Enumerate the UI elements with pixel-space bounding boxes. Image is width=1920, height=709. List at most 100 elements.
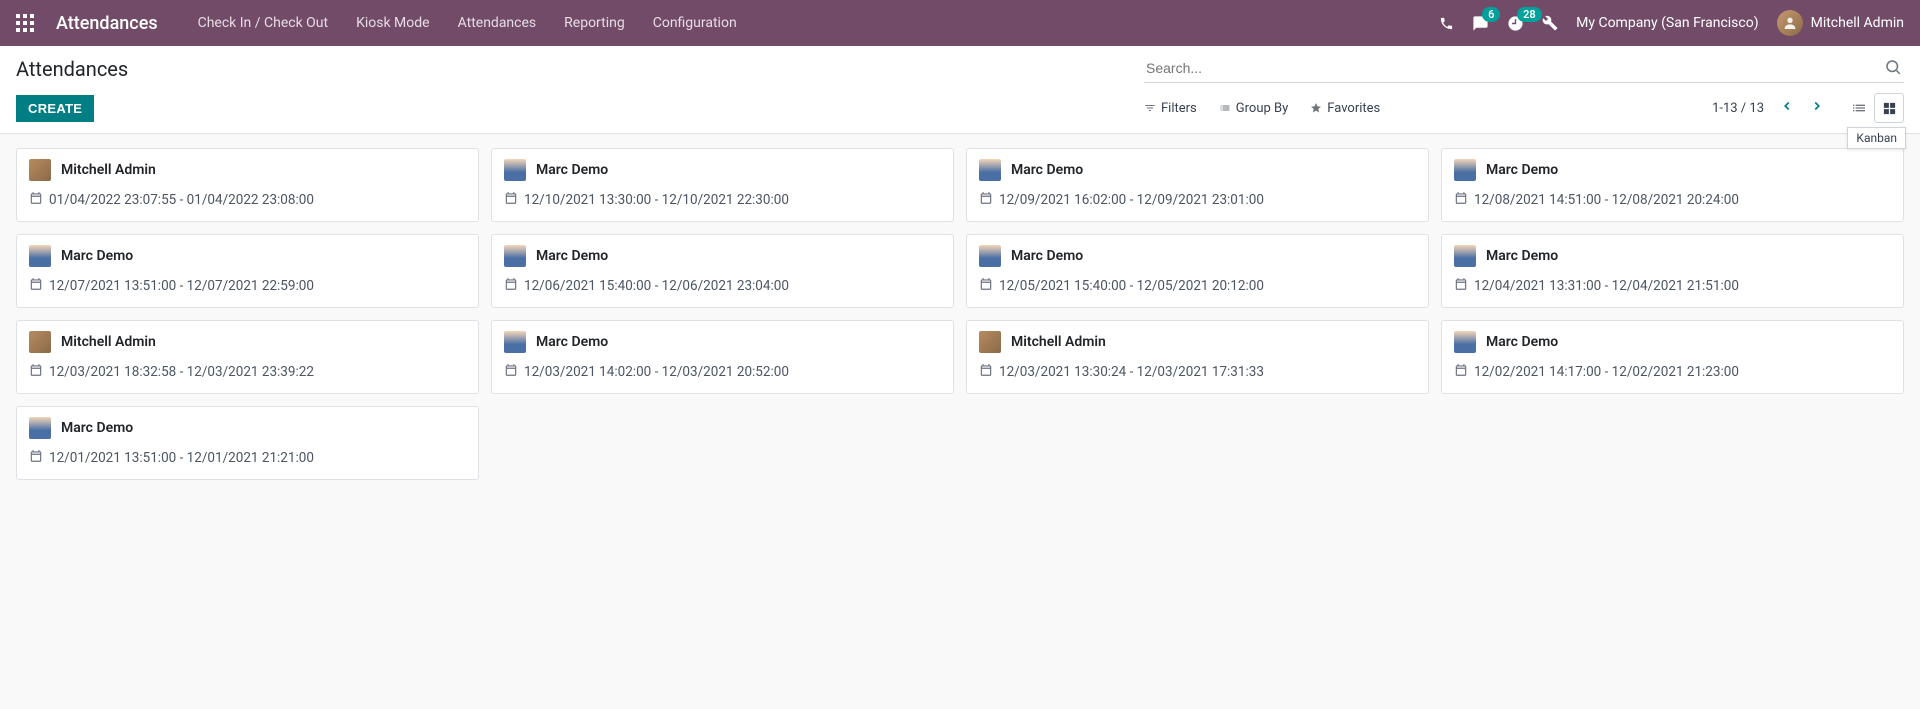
user-menu[interactable]: Mitchell Admin (1777, 10, 1904, 36)
card-head: Marc Demo (29, 245, 466, 267)
attendance-card[interactable]: Marc Demo 12/08/2021 14:51:00 - 12/08/202… (1441, 148, 1904, 222)
main-navbar: Attendances Check In / Check Out Kiosk M… (0, 0, 1920, 46)
attendance-card[interactable]: Marc Demo 12/02/2021 14:17:00 - 12/02/202… (1441, 320, 1904, 394)
calendar-icon (29, 277, 43, 295)
attendance-card[interactable]: Marc Demo 12/10/2021 13:30:00 - 12/10/202… (491, 148, 954, 222)
favorites-dropdown[interactable]: Favorites (1310, 101, 1380, 116)
calendar-icon (504, 363, 518, 381)
navbar-left: Attendances Check In / Check Out Kiosk M… (16, 13, 737, 34)
attendance-card[interactable]: Mitchell Admin 12/03/2021 18:32:58 - 12/0… (16, 320, 479, 394)
employee-name: Marc Demo (1486, 248, 1558, 264)
calendar-icon (979, 363, 993, 381)
attendance-card[interactable]: Marc Demo12/09/2021 16:02:00 - 12/09/202… (966, 148, 1429, 222)
control-panel: Attendances CREATE Filters Group By Favo… (0, 46, 1920, 134)
attendance-card[interactable]: Marc Demo12/03/2021 14:02:00 - 12/03/202… (491, 320, 954, 394)
calendar-icon (504, 191, 518, 209)
card-head: Marc Demo (979, 245, 1416, 267)
groupby-label: Group By (1236, 101, 1289, 116)
date-range: 12/09/2021 16:02:00 - 12/09/2021 23:01:0… (999, 192, 1264, 208)
employee-name: Marc Demo (536, 334, 608, 350)
nav-kiosk[interactable]: Kiosk Mode (356, 15, 430, 31)
kanban-view-button[interactable] (1874, 93, 1904, 123)
attendance-card[interactable]: Marc Demo 12/05/2021 15:40:00 - 12/05/202… (966, 234, 1429, 308)
nav-links: Check In / Check Out Kiosk Mode Attendan… (198, 15, 737, 31)
attendance-card[interactable]: Marc Demo12/07/2021 13:51:00 - 12/07/202… (16, 234, 479, 308)
calendar-icon (29, 449, 43, 467)
employee-name: Marc Demo (536, 162, 608, 178)
groupby-dropdown[interactable]: Group By (1219, 101, 1289, 116)
date-range: 12/01/2021 13:51:00 - 12/01/2021 21:21:0… (49, 450, 314, 466)
date-range: 01/04/2022 23:07:55 - 01/04/2022 23:08:0… (49, 192, 314, 208)
pager-text[interactable]: 1-13 / 13 (1712, 101, 1764, 116)
card-date: 12/09/2021 16:02:00 - 12/09/2021 23:01:0… (979, 191, 1416, 209)
pager-prev[interactable] (1776, 95, 1798, 121)
card-date: 12/03/2021 13:30:24 - 12/03/2021 17:31:3… (979, 363, 1416, 381)
nav-attendances[interactable]: Attendances (458, 15, 537, 31)
employee-name: Mitchell Admin (61, 334, 156, 350)
pager-next[interactable] (1806, 95, 1828, 121)
pager: 1-13 / 13 Kanban (1712, 93, 1904, 123)
card-date: 12/03/2021 18:32:58 - 12/03/2021 23:39:2… (29, 363, 466, 381)
calendar-icon (1454, 277, 1468, 295)
filters-dropdown[interactable]: Filters (1144, 101, 1197, 116)
employee-avatar (1454, 245, 1476, 267)
card-head: Marc Demo (504, 159, 941, 181)
calendar-icon (504, 277, 518, 295)
attendance-card[interactable]: Mitchell Admin 01/04/2022 23:07:55 - 01/0… (16, 148, 479, 222)
card-head: Mitchell Admin (29, 331, 466, 353)
filters-label: Filters (1161, 101, 1197, 116)
card-date: 12/08/2021 14:51:00 - 12/08/2021 20:24:0… (1454, 191, 1891, 209)
card-date: 12/05/2021 15:40:00 - 12/05/2021 20:12:0… (979, 277, 1416, 295)
search-options: Filters Group By Favorites 1-13 / 13 (1144, 93, 1904, 123)
cp-row2: CREATE Filters Group By Favorites 1-13 /… (16, 83, 1904, 133)
attendance-card[interactable]: Marc Demo12/06/2021 15:40:00 - 12/06/202… (491, 234, 954, 308)
calendar-icon (29, 363, 43, 381)
employee-name: Marc Demo (1011, 248, 1083, 264)
employee-avatar (979, 331, 1001, 353)
pager-arrows (1776, 95, 1828, 121)
attendance-card[interactable]: Marc Demo 12/04/2021 13:31:00 - 12/04/202… (1441, 234, 1904, 308)
employee-name: Marc Demo (1486, 162, 1558, 178)
search-wrap (1144, 54, 1904, 83)
search-icon[interactable] (1884, 58, 1902, 80)
debug-icon[interactable] (1542, 15, 1558, 31)
employee-avatar (29, 245, 51, 267)
card-date: 12/04/2021 13:31:00 - 12/04/2021 21:51:0… (1454, 277, 1891, 295)
employee-avatar (1454, 159, 1476, 181)
nav-checkin[interactable]: Check In / Check Out (198, 15, 328, 31)
create-button[interactable]: CREATE (16, 95, 94, 122)
employee-name: Marc Demo (61, 420, 133, 436)
card-head: Marc Demo (504, 331, 941, 353)
attendance-card[interactable]: Marc Demo 12/01/2021 13:51:00 - 12/01/202… (16, 406, 479, 480)
card-date: 01/04/2022 23:07:55 - 01/04/2022 23:08:0… (29, 191, 466, 209)
phone-icon[interactable] (1439, 16, 1454, 31)
app-title[interactable]: Attendances (56, 13, 158, 34)
avatar (1777, 10, 1803, 36)
employee-avatar (979, 245, 1001, 267)
attendance-card[interactable]: Mitchell Admin12/03/2021 13:30:24 - 12/0… (966, 320, 1429, 394)
employee-avatar (29, 159, 51, 181)
date-range: 12/02/2021 14:17:00 - 12/02/2021 21:23:0… (1474, 364, 1739, 380)
nav-reporting[interactable]: Reporting (564, 15, 625, 31)
card-date: 12/01/2021 13:51:00 - 12/01/2021 21:21:0… (29, 449, 466, 467)
employee-avatar (504, 245, 526, 267)
nav-configuration[interactable]: Configuration (653, 15, 737, 31)
employee-avatar (1454, 331, 1476, 353)
messages-icon[interactable]: 6 (1472, 15, 1489, 32)
view-switcher: Kanban (1844, 93, 1904, 123)
date-range: 12/10/2021 13:30:00 - 12/10/2021 22:30:0… (524, 192, 789, 208)
employee-name: Marc Demo (61, 248, 133, 264)
user-name: Mitchell Admin (1811, 15, 1904, 31)
list-view-button[interactable] (1844, 93, 1874, 123)
apps-icon[interactable] (16, 14, 34, 32)
search-input[interactable] (1144, 54, 1904, 83)
activities-badge: 28 (1517, 7, 1542, 22)
date-range: 12/03/2021 18:32:58 - 12/03/2021 23:39:2… (49, 364, 314, 380)
company-switcher[interactable]: My Company (San Francisco) (1576, 15, 1758, 31)
card-head: Marc Demo (1454, 159, 1891, 181)
card-head: Marc Demo (1454, 331, 1891, 353)
employee-name: Mitchell Admin (61, 162, 156, 178)
employee-avatar (504, 331, 526, 353)
card-head: Marc Demo (1454, 245, 1891, 267)
activities-icon[interactable]: 28 (1507, 15, 1524, 32)
